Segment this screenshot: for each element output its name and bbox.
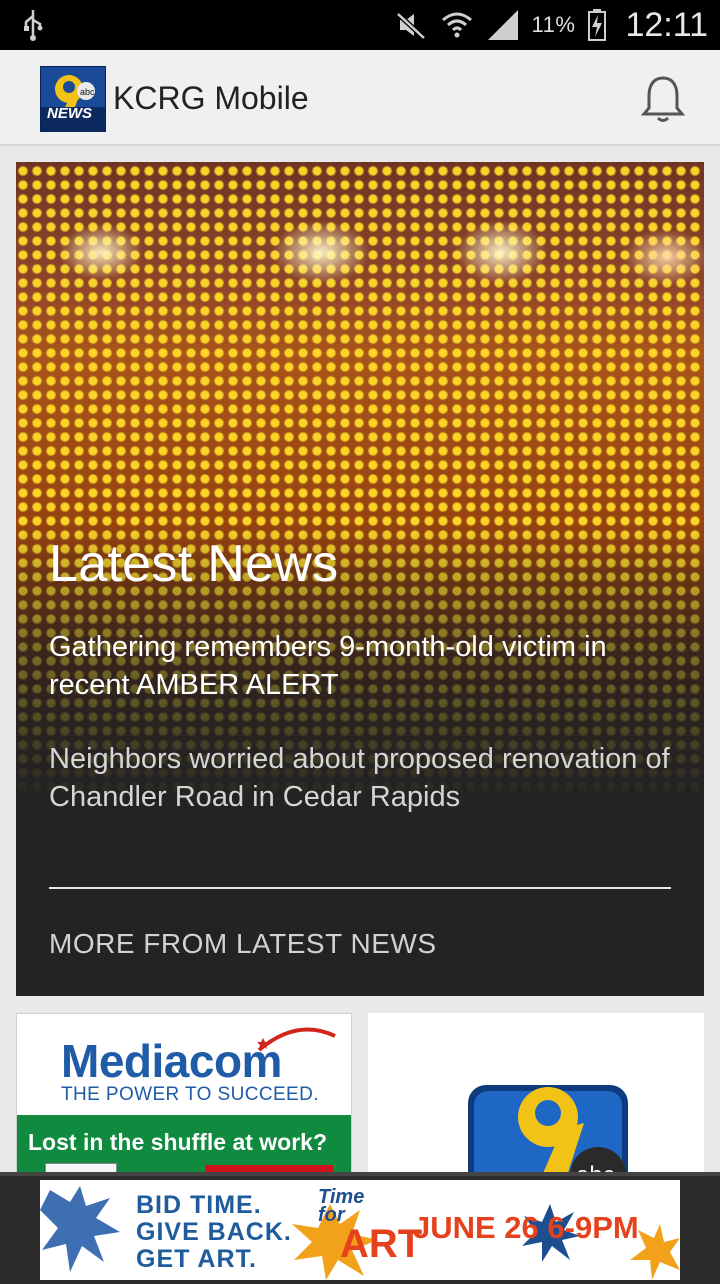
latest-news-card[interactable]: Latest News Gathering remembers 9-month-…	[16, 162, 704, 996]
time-for-art-banner-ad[interactable]: BID TIME. GIVE BACK. GET ART. Time for A…	[40, 1180, 680, 1280]
banner-art-word: ART	[340, 1222, 423, 1266]
section-title: Latest News	[49, 535, 339, 593]
status-icons: 11% 12:11	[394, 0, 708, 50]
hero-background-image	[16, 162, 704, 802]
kcrg-9-abc-logo-icon: abc	[468, 1085, 628, 1183]
svg-text:NEWS: NEWS	[47, 105, 92, 122]
banner-left-text: BID TIME. GIVE BACK. GET ART.	[136, 1192, 292, 1273]
banner-line: GET ART.	[136, 1245, 257, 1273]
divider	[49, 887, 671, 889]
yellow-paint-splat-icon	[630, 1224, 680, 1280]
banner-date: JUNE 26 6-9PM	[413, 1210, 639, 1245]
banner-line: BID TIME.	[136, 1191, 262, 1219]
ad-tagline: THE POWER TO SUCCEED.	[61, 1084, 319, 1105]
app-bar: abc NEWS KCRG Mobile	[0, 50, 720, 146]
kcrg-channel-card[interactable]: abc	[368, 1013, 704, 1183]
kcrg-logo-icon[interactable]: abc NEWS	[40, 66, 106, 132]
ad-brand: Mediacom	[61, 1035, 282, 1087]
blue-paint-splat-icon	[40, 1186, 120, 1272]
svg-text:abc: abc	[80, 87, 95, 97]
news-story-link[interactable]: Neighbors worried about proposed renovat…	[49, 740, 679, 816]
wifi-icon	[441, 12, 472, 38]
swoosh-icon	[257, 1027, 336, 1052]
status-bar: 11% 12:11	[0, 0, 720, 50]
signal-icon	[487, 10, 518, 40]
bell-icon[interactable]	[640, 74, 686, 124]
clock: 12:11	[625, 5, 708, 44]
banner-time-for: Time for	[318, 1187, 364, 1225]
battery-percent: 11%	[531, 12, 576, 37]
usb-icon	[24, 10, 43, 41]
mute-icon	[395, 12, 426, 40]
app-title: KCRG Mobile	[113, 80, 309, 116]
mediacom-ad-card[interactable]: Mediacom THE POWER TO SUCCEED. Lost in t…	[16, 1013, 352, 1185]
battery-charging-icon	[588, 9, 607, 41]
banner-line: GIVE BACK.	[136, 1218, 292, 1246]
news-story-link[interactable]: Gathering remembers 9-month-old victim i…	[49, 628, 679, 704]
ad-subtext: Lost in the shuffle at work?	[28, 1129, 328, 1155]
more-latest-news-link[interactable]: MORE FROM LATEST NEWS	[49, 928, 437, 960]
